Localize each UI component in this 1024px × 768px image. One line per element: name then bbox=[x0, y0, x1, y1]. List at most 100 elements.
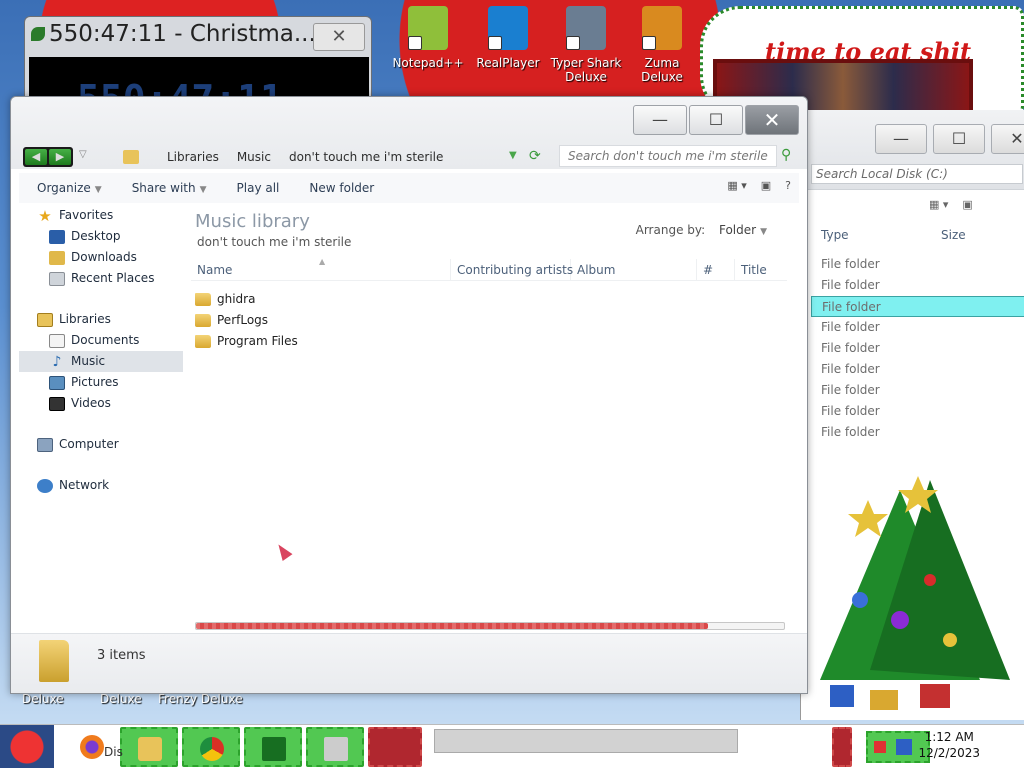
forward-button[interactable]: ▶ bbox=[49, 149, 71, 165]
tray-icon[interactable] bbox=[896, 739, 912, 755]
view-options-icon[interactable]: ▦ ▾ bbox=[727, 179, 746, 192]
nav-network-label: Network bbox=[59, 478, 110, 492]
refresh-icon[interactable]: ⟳ bbox=[529, 148, 541, 164]
library-title: Music library bbox=[195, 211, 310, 232]
list-item[interactable]: PerfLogs bbox=[195, 310, 298, 331]
list-item[interactable]: File folder bbox=[811, 317, 1024, 338]
desktop-icon-typer-shark[interactable]: Typer Shark Deluxe bbox=[546, 6, 626, 84]
taskbar-app-window[interactable] bbox=[306, 727, 364, 767]
col-track-number[interactable]: # bbox=[697, 259, 735, 280]
folder-icon bbox=[195, 335, 211, 348]
breadcrumb-music[interactable]: Music bbox=[237, 150, 271, 164]
col-title[interactable]: Title bbox=[735, 259, 787, 280]
col-album[interactable]: Album bbox=[571, 259, 697, 280]
taskbar-explorer[interactable] bbox=[120, 727, 178, 767]
minimize-button[interactable]: — bbox=[633, 105, 687, 135]
organize-menu[interactable]: Organize ▼ bbox=[37, 181, 102, 195]
list-item[interactable]: ghidra bbox=[195, 289, 298, 310]
nav-recent-places[interactable]: Recent Places bbox=[19, 268, 183, 289]
list-item[interactable]: File folder bbox=[811, 422, 1024, 443]
bg-view-icon[interactable]: ▦ ▾ ▣ bbox=[929, 198, 973, 211]
taskbar-active-strip[interactable] bbox=[434, 729, 738, 753]
details-pane: 3 items bbox=[11, 633, 807, 693]
network-error-icon[interactable] bbox=[874, 741, 886, 753]
list-item[interactable]: File folder bbox=[811, 254, 1024, 275]
taskbar-label: Dis bbox=[104, 745, 123, 759]
preview-pane-icon[interactable]: ▣ bbox=[761, 179, 771, 192]
list-item[interactable]: File folder bbox=[811, 275, 1024, 296]
nav-music[interactable]: ♪ Music bbox=[19, 351, 183, 372]
downloads-icon bbox=[49, 250, 65, 265]
list-item[interactable]: File folder bbox=[811, 380, 1024, 401]
col-name[interactable]: Name bbox=[191, 259, 451, 280]
taskbar-xmas-countdown[interactable] bbox=[244, 727, 302, 767]
nav-videos-label: Videos bbox=[71, 396, 111, 410]
start-button[interactable] bbox=[0, 725, 54, 768]
window-icon bbox=[324, 737, 348, 761]
help-icon[interactable]: ? bbox=[785, 179, 791, 192]
col-contributing-artists[interactable]: Contributing artists bbox=[451, 259, 573, 280]
notepadpp-icon bbox=[408, 6, 448, 50]
desktop-icon-zuma[interactable]: Zuma Deluxe bbox=[622, 6, 702, 84]
bg-file-list: File folder File folder File folder File… bbox=[811, 254, 1024, 443]
typer-shark-icon bbox=[566, 6, 606, 50]
nav-favorites-label: Favorites bbox=[59, 208, 114, 222]
list-item[interactable]: File folder bbox=[811, 401, 1024, 422]
bg-col-type[interactable]: Type bbox=[821, 228, 849, 242]
nav-videos[interactable]: Videos bbox=[19, 393, 183, 414]
list-item[interactable]: File folder bbox=[811, 359, 1024, 380]
breadcrumb-libraries[interactable]: Libraries bbox=[167, 150, 219, 164]
nav-documents[interactable]: Documents bbox=[19, 330, 183, 351]
bg-maximize-button[interactable]: ☐ bbox=[933, 124, 985, 154]
list-item-selected[interactable]: File folder bbox=[811, 296, 1024, 317]
chevron-down-icon: ▼ bbox=[199, 185, 207, 195]
taskbar-chrome[interactable] bbox=[182, 727, 240, 767]
taskbar-slot[interactable] bbox=[368, 727, 422, 767]
nav-pictures[interactable]: Pictures bbox=[19, 372, 183, 393]
nav-desktop[interactable]: Desktop bbox=[19, 226, 183, 247]
recent-pages-chevron-icon[interactable]: ▽ bbox=[79, 149, 87, 160]
taskbar-clock[interactable]: 1:12 AM 12/2/2023 bbox=[918, 729, 980, 761]
countdown-close-button[interactable]: ✕ bbox=[313, 23, 365, 51]
list-item[interactable]: Program Files bbox=[195, 331, 298, 352]
desktop-label-1: Deluxe bbox=[22, 692, 64, 706]
close-button[interactable]: ✕ bbox=[745, 105, 799, 135]
share-with-menu[interactable]: Share with ▼ bbox=[132, 181, 207, 195]
bg-col-size[interactable]: Size bbox=[941, 228, 966, 242]
christmas-tree-decoration bbox=[820, 476, 1010, 710]
nav-computer[interactable]: Computer bbox=[19, 434, 183, 455]
bg-close-button[interactable]: ✕ bbox=[991, 124, 1024, 154]
nav-favorites[interactable]: ★ Favorites bbox=[19, 205, 183, 226]
breadcrumb[interactable]: Libraries Music don't touch me i'm steri… bbox=[115, 146, 555, 168]
file-name: ghidra bbox=[217, 292, 256, 306]
folder-icon bbox=[195, 314, 211, 327]
desktop-icon-notepadpp[interactable]: Notepad++ bbox=[388, 6, 468, 70]
breadcrumb-current-folder[interactable]: don't touch me i'm sterile bbox=[289, 150, 443, 164]
play-all-button[interactable]: Play all bbox=[237, 181, 280, 195]
maximize-button[interactable]: ☐ bbox=[689, 105, 743, 135]
nav-downloads-label: Downloads bbox=[71, 250, 137, 264]
holly-icon bbox=[31, 27, 45, 41]
nav-network[interactable]: Network bbox=[19, 475, 183, 496]
back-button[interactable]: ◀ bbox=[25, 149, 47, 165]
search-input[interactable]: Search don't touch me i'm sterile bbox=[559, 145, 777, 167]
pictures-icon bbox=[49, 375, 65, 390]
file-view: Music library don't touch me i'm sterile… bbox=[191, 205, 787, 625]
nav-buttons: ◀ ▶ bbox=[23, 147, 73, 167]
taskbar-notification-slot[interactable] bbox=[832, 727, 852, 767]
arrange-by-dropdown[interactable]: Folder ▼ bbox=[719, 223, 767, 237]
nav-libraries[interactable]: Libraries bbox=[19, 309, 183, 330]
nav-downloads[interactable]: Downloads bbox=[19, 247, 183, 268]
bg-minimize-button[interactable]: — bbox=[875, 124, 927, 154]
nav-documents-label: Documents bbox=[71, 333, 140, 347]
new-folder-button[interactable]: New folder bbox=[309, 181, 374, 195]
bg-search-input[interactable]: Search Local Disk (C:) bbox=[811, 164, 1023, 184]
desktop-icon-label: RealPlayer bbox=[476, 56, 540, 70]
star-icon: ★ bbox=[38, 206, 52, 225]
desktop-icon-realplayer[interactable]: RealPlayer bbox=[468, 6, 548, 70]
countdown-window[interactable]: 550:47:11 - Christma... ✕ 550:47:11 bbox=[24, 16, 372, 99]
search-icon[interactable]: ⚲ bbox=[781, 147, 791, 163]
address-dropdown-icon[interactable]: ▼ bbox=[509, 150, 517, 161]
list-item[interactable]: File folder bbox=[811, 338, 1024, 359]
explorer-window[interactable]: — ☐ ✕ ◀ ▶ ▽ Libraries Music don't touch … bbox=[10, 96, 808, 694]
